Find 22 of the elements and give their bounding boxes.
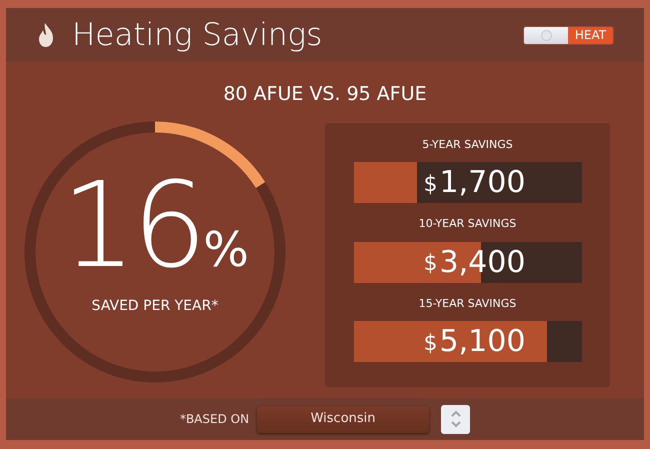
app-title: Heating Savings — [72, 16, 322, 55]
stepper-button[interactable] — [441, 404, 470, 434]
currency-symbol: $ — [424, 330, 438, 358]
based-on-label: *BASED ON — [180, 411, 250, 428]
heat-toggle[interactable]: HEAT — [523, 26, 614, 44]
currency-symbol: $ — [424, 170, 438, 198]
state-select[interactable]: Wisconsin — [257, 406, 430, 432]
savings-label: 15-YEAR SAVINGS — [418, 296, 516, 312]
up-down-chevron-icon — [450, 409, 462, 429]
percent-sign: % — [203, 226, 249, 274]
flame-icon — [36, 22, 56, 48]
toggle-label: HEAT — [568, 26, 613, 44]
savings-amount: 1,700 — [440, 164, 526, 202]
savings-label: 10-YEAR SAVINGS — [418, 216, 516, 232]
savings-label: 5-YEAR SAVINGS — [422, 136, 513, 152]
gauge-caption: SAVED PER YEAR* — [92, 297, 218, 316]
savings-amount: 3,400 — [440, 244, 526, 282]
toggle-knob-icon — [540, 30, 552, 40]
currency-symbol: $ — [424, 250, 438, 278]
savings-amount: 5,100 — [440, 323, 526, 361]
comparison-heading: 80 AFUE VS. 95 AFUE — [222, 82, 428, 107]
percent-value: 16 — [61, 166, 204, 284]
